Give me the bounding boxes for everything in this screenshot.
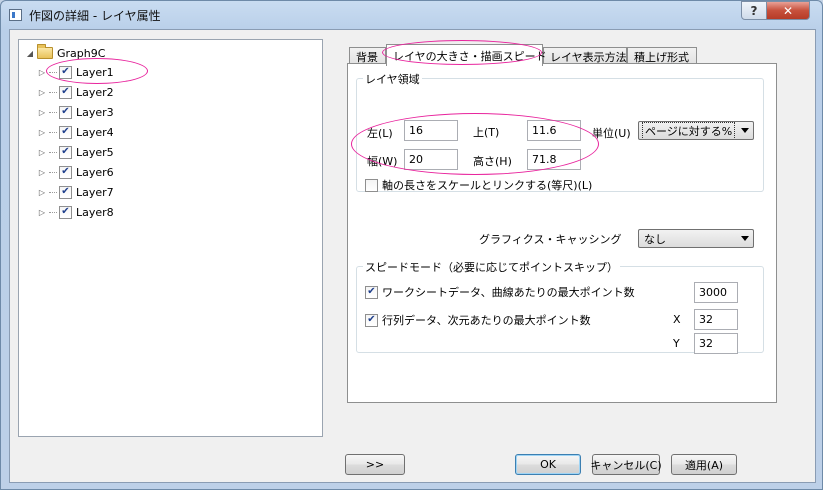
layer5-checkbox[interactable]: ✔ — [59, 145, 72, 159]
unit-select[interactable]: ページに対する% — [638, 121, 754, 140]
worksheet-max-points-input[interactable]: 3000 — [694, 282, 738, 303]
layer8-checkbox[interactable]: ✔ — [59, 205, 72, 219]
height-input[interactable]: 71.8 — [527, 149, 581, 170]
collapse-icon[interactable]: ◢ — [25, 48, 35, 58]
layer4-checkbox[interactable]: ✔ — [59, 125, 72, 139]
top-input[interactable]: 11.6 — [527, 120, 581, 141]
matrix-checkbox-row[interactable]: ✔ 行列データ、次元あたりの最大ポイント数 — [365, 312, 591, 328]
title-bar[interactable]: 作図の詳細 - レイヤ属性 ? ✕ — [1, 1, 822, 29]
unit-select-value: ページに対する% — [642, 122, 736, 139]
folder-icon — [37, 44, 53, 59]
expand-icon[interactable]: ▷ — [37, 167, 47, 177]
graphics-caching-value: なし — [644, 232, 666, 246]
tree-item-label: Layer7 — [76, 185, 114, 199]
tree-item-layer7[interactable]: ▷ ✔ Layer7 — [37, 183, 114, 201]
ok-button[interactable]: OK — [515, 454, 581, 475]
dialog-client: ◢ Graph9C ▷ ✔ Layer1 ▷ ✔ Layer2 ▷ ✔ Laye… — [9, 29, 816, 483]
width-input[interactable]: 20 — [404, 149, 458, 170]
tree-item-layer6[interactable]: ▷ ✔ Layer6 — [37, 163, 114, 181]
left-input[interactable]: 16 — [404, 120, 458, 141]
worksheet-checkbox[interactable]: ✔ — [365, 285, 378, 299]
expand-icon[interactable]: ▷ — [37, 127, 47, 137]
tree-item-label: Layer1 — [76, 65, 114, 79]
link-axis-checkbox-row[interactable]: 軸の長さをスケールとリンクする(等尺)(L) — [365, 177, 592, 193]
expand-icon[interactable]: ▷ — [37, 107, 47, 117]
close-button[interactable]: ✕ — [766, 1, 810, 20]
tree-item-layer3[interactable]: ▷ ✔ Layer3 — [37, 103, 114, 121]
tree-item-layer4[interactable]: ▷ ✔ Layer4 — [37, 123, 114, 141]
graphics-caching-label: グラフィクス・キャッシング — [479, 233, 622, 246]
layer-tree[interactable]: ◢ Graph9C ▷ ✔ Layer1 ▷ ✔ Layer2 ▷ ✔ Laye… — [18, 39, 323, 437]
link-axis-label: 軸の長さをスケールとリンクする(等尺)(L) — [382, 179, 593, 192]
expand-icon[interactable]: ▷ — [37, 147, 47, 157]
group-title: スピードモード（必要に応じてポイントスキップ） — [363, 259, 620, 275]
tree-item-layer5[interactable]: ▷ ✔ Layer5 — [37, 143, 114, 161]
height-label: 高さ(H) — [473, 155, 512, 168]
tree-item-layer8[interactable]: ▷ ✔ Layer8 — [37, 203, 114, 221]
expand-icon[interactable]: ▷ — [37, 67, 47, 77]
layer7-checkbox[interactable]: ✔ — [59, 185, 72, 199]
chevron-down-icon — [741, 236, 749, 241]
dialog-window: 作図の詳細 - レイヤ属性 ? ✕ ◢ Graph9C ▷ ✔ Layer1 ▷… — [0, 0, 823, 490]
tree-item-label: Layer3 — [76, 105, 114, 119]
tree-item-label: Layer8 — [76, 205, 114, 219]
tab-panel: レイヤ領域 左(L) 16 上(T) 11.6 単位(U) ページに対する% 幅… — [347, 63, 777, 403]
tree-item-label: Layer6 — [76, 165, 114, 179]
expand-button[interactable]: >> — [345, 454, 405, 475]
expand-icon[interactable]: ▷ — [37, 207, 47, 217]
left-label: 左(L) — [367, 127, 393, 140]
tree-item-label: Layer2 — [76, 85, 114, 99]
x-label: X — [673, 313, 681, 326]
tree-item-label: Layer4 — [76, 125, 114, 139]
top-label: 上(T) — [473, 126, 500, 139]
expand-icon[interactable]: ▷ — [37, 187, 47, 197]
app-icon — [9, 9, 22, 21]
cancel-button[interactable]: キャンセル(C) — [590, 454, 662, 475]
layer3-checkbox[interactable]: ✔ — [59, 105, 72, 119]
matrix-label: 行列データ、次元あたりの最大ポイント数 — [382, 314, 591, 327]
tree-root-label: Graph9C — [57, 46, 106, 60]
worksheet-checkbox-row[interactable]: ✔ ワークシートデータ、曲線あたりの最大ポイント数 — [365, 284, 635, 300]
layer6-checkbox[interactable]: ✔ — [59, 165, 72, 179]
tab-layer-size-speed[interactable]: レイヤの大きさ・描画スピード — [386, 44, 547, 66]
apply-button[interactable]: 適用(A) — [671, 454, 737, 475]
link-axis-checkbox[interactable] — [365, 178, 378, 192]
y-label: Y — [673, 337, 680, 350]
y-points-input[interactable]: 32 — [694, 333, 738, 354]
width-label: 幅(W) — [367, 155, 398, 168]
worksheet-label: ワークシートデータ、曲線あたりの最大ポイント数 — [382, 286, 635, 299]
tree-item-layer1[interactable]: ▷ ✔ Layer1 — [37, 63, 114, 81]
tree-item-label: Layer5 — [76, 145, 114, 159]
group-title: レイヤ領域 — [363, 71, 422, 87]
tree-root[interactable]: ◢ Graph9C — [25, 44, 105, 62]
graphics-caching-select[interactable]: なし — [638, 229, 754, 248]
matrix-checkbox[interactable]: ✔ — [365, 313, 378, 327]
layer2-checkbox[interactable]: ✔ — [59, 85, 72, 99]
layer1-checkbox[interactable]: ✔ — [59, 65, 72, 79]
expand-icon[interactable]: ▷ — [37, 87, 47, 97]
x-points-input[interactable]: 32 — [694, 309, 738, 330]
chevron-down-icon — [741, 128, 749, 133]
unit-label: 単位(U) — [592, 127, 631, 140]
tree-item-layer2[interactable]: ▷ ✔ Layer2 — [37, 83, 114, 101]
help-button[interactable]: ? — [741, 1, 767, 20]
window-title: 作図の詳細 - レイヤ属性 — [29, 9, 161, 23]
